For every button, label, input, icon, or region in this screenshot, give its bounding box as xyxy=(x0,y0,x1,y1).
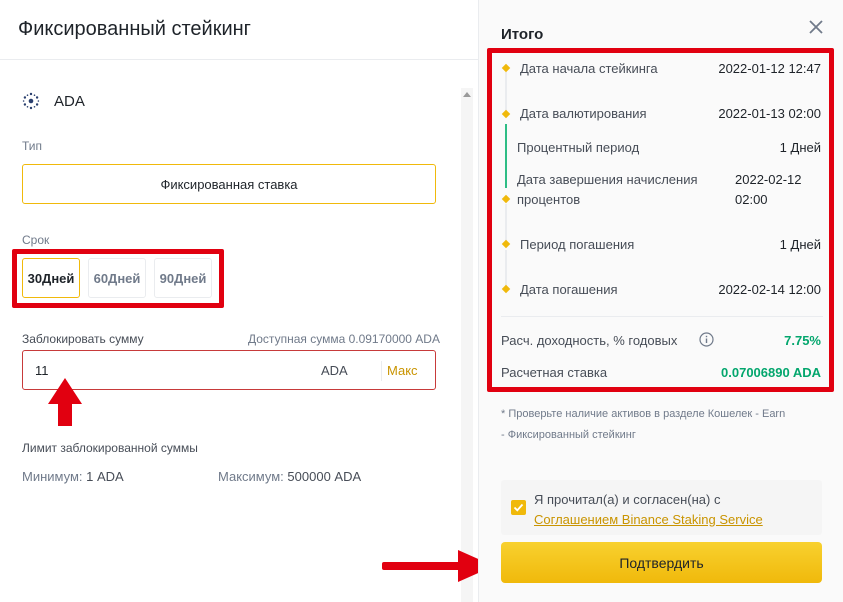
timeline-dot xyxy=(501,63,511,73)
page-title: Фиксированный стейкинг xyxy=(18,18,251,40)
type-selector[interactable]: Фиксированная ставка xyxy=(22,164,436,204)
close-icon[interactable] xyxy=(807,18,825,36)
coin-name: ADA xyxy=(54,92,85,110)
stake-start-value: 2022-01-12 12:47 xyxy=(718,61,821,76)
wallet-note-line-2: - Фиксированный стейкинг xyxy=(501,429,636,441)
cardano-icon xyxy=(22,92,40,110)
available-balance: Доступная сумма 0.09170000 ADA xyxy=(248,332,440,346)
check-icon xyxy=(513,503,524,512)
redemption-period-label: Период погашения xyxy=(520,237,635,252)
agreement-checkbox[interactable] xyxy=(511,500,526,515)
agreement-box: Я прочитал(а) и согласен(на) с Соглашени… xyxy=(501,480,822,535)
agreement-text: Я прочитал(а) и согласен(на) с Соглашени… xyxy=(534,490,763,530)
limit-label: Лимит заблокированной суммы xyxy=(22,441,198,455)
form-header: Фиксированный стейкинг xyxy=(0,0,478,60)
interest-end-label-1: Дата завершения начисления xyxy=(517,172,698,187)
interest-period-value: 1 Дней xyxy=(779,140,821,155)
max-button[interactable]: Макс xyxy=(387,363,418,378)
amount-unit: ADA xyxy=(321,363,348,378)
summary-title: Итого xyxy=(501,26,544,43)
apy-value: 7.75% xyxy=(784,333,821,348)
staking-form-panel: Фиксированный стейкинг ADA Тип Фиксирова… xyxy=(0,0,494,602)
summary-panel: Итого Дата начала стейкинга 2022-01-12 1… xyxy=(478,0,843,602)
timeline-dot xyxy=(501,194,511,204)
timeline-line-active xyxy=(505,124,507,188)
interest-end-label-2: процентов xyxy=(517,192,581,207)
timeline-line xyxy=(505,72,507,112)
value-date-label: Дата валютирования xyxy=(520,106,647,121)
redemption-date-label: Дата погашения xyxy=(520,282,618,297)
term-options: 30Дней 60Дней 90Дней xyxy=(22,258,212,298)
est-rate-value: 0.07006890 ADA xyxy=(721,365,821,380)
term-label: Срок xyxy=(22,233,50,247)
est-rate-label: Расчетная ставка xyxy=(501,365,608,380)
scrollbar[interactable] xyxy=(461,88,473,602)
redemption-period-value: 1 Дней xyxy=(779,237,821,252)
interest-end-value-2: 02:00 xyxy=(735,192,768,207)
apy-label: Расч. доходность, % годовых xyxy=(501,333,678,348)
info-icon[interactable] xyxy=(699,332,714,347)
timeline-dot xyxy=(501,109,511,119)
red-arrow-up xyxy=(48,378,82,426)
term-90-days[interactable]: 90Дней xyxy=(154,258,212,298)
coin-row: ADA xyxy=(22,90,85,112)
term-60-days[interactable]: 60Дней xyxy=(88,258,146,298)
stake-start-label: Дата начала стейкинга xyxy=(520,61,658,76)
timeline-dot xyxy=(501,284,511,294)
scroll-up-icon[interactable] xyxy=(463,92,471,97)
max-limit-value: 500000 ADA xyxy=(287,469,362,484)
agreement-link[interactable]: Соглашением Binance Staking Service xyxy=(534,510,763,530)
amount-input[interactable]: 11 ADA Макс xyxy=(22,350,436,390)
redemption-date-value: 2022-02-14 12:00 xyxy=(718,282,821,297)
interest-period-label: Процентный период xyxy=(517,140,640,155)
amount-divider xyxy=(381,361,382,381)
divider xyxy=(501,316,823,317)
max-limit-label: Максимум: xyxy=(218,469,284,484)
timeline-line xyxy=(505,250,507,286)
timeline-line xyxy=(505,204,507,242)
confirm-button[interactable]: Подтвердить xyxy=(501,542,822,583)
term-30-days[interactable]: 30Дней xyxy=(22,258,80,298)
min-value: 1 ADA xyxy=(86,469,124,484)
timeline-dot xyxy=(501,239,511,249)
lock-amount-label: Заблокировать сумму xyxy=(22,332,144,346)
wallet-note: * Проверьте наличие активов в разделе Ко… xyxy=(501,404,826,446)
min-label: Минимум: xyxy=(22,469,83,484)
min-limit: Минимум: 1 ADA xyxy=(22,469,124,484)
type-label: Тип xyxy=(22,139,43,153)
wallet-note-line-1: * Проверьте наличие активов в разделе Ко… xyxy=(501,408,786,420)
value-date-value: 2022-01-13 02:00 xyxy=(718,106,821,121)
agreement-prefix: Я прочитал(а) и согласен(на) с xyxy=(534,492,721,507)
interest-end-value-1: 2022-02-12 xyxy=(735,172,802,187)
max-limit: Максимум: 500000 ADA xyxy=(218,469,361,484)
